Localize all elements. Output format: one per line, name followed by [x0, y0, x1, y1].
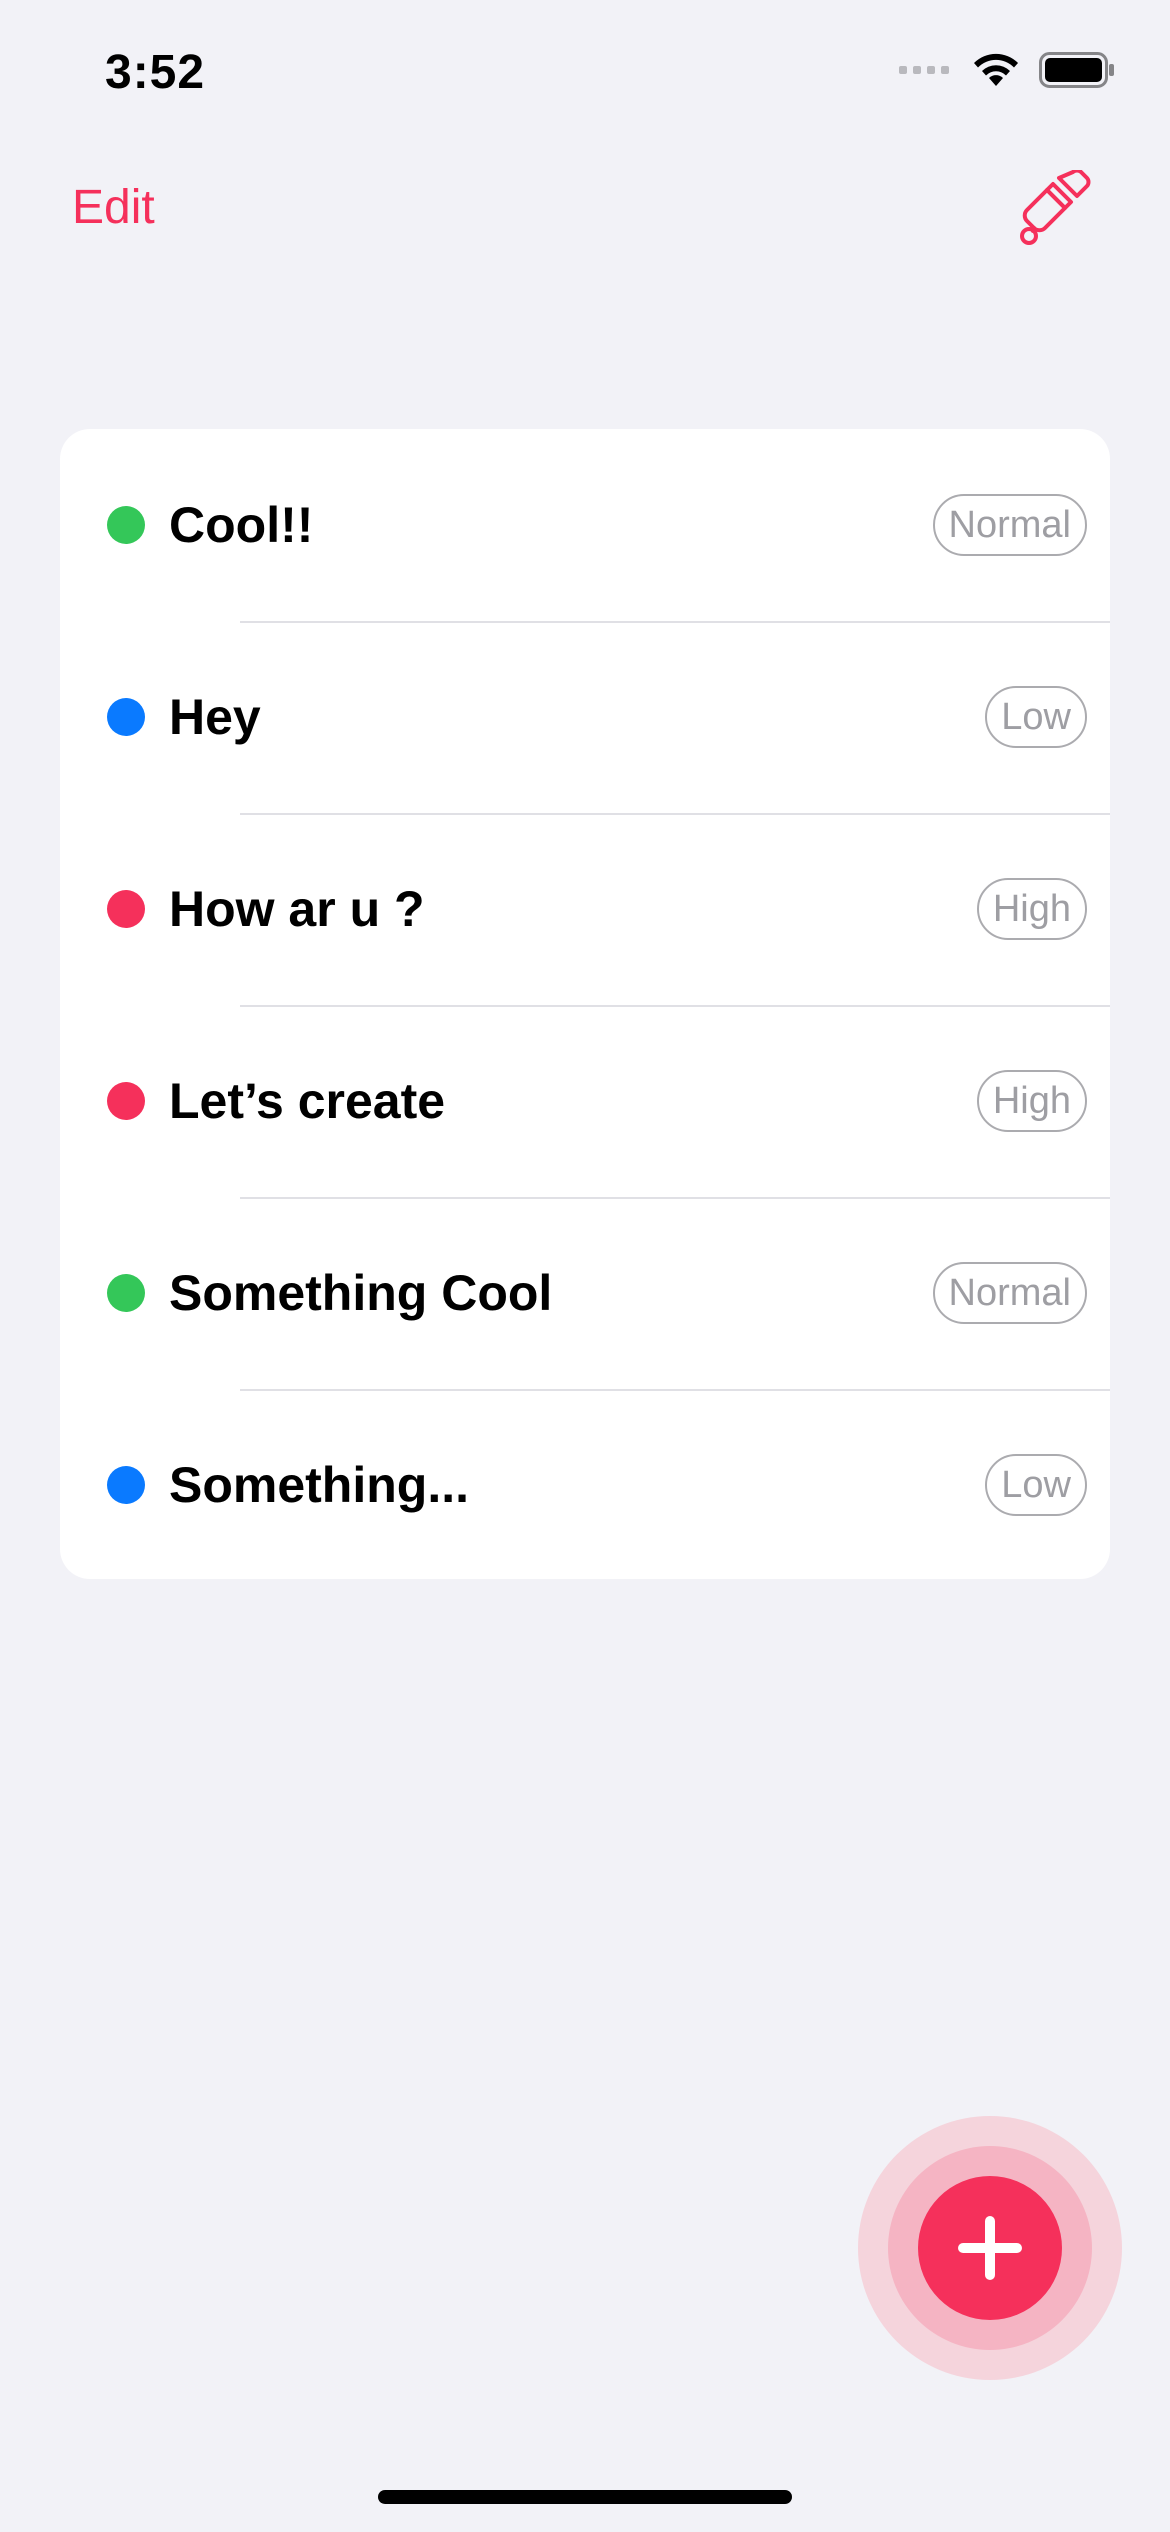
task-title: Cool!!	[169, 497, 314, 553]
task-title: How ar u ?	[169, 881, 425, 937]
priority-badge: High	[976, 878, 1087, 940]
paintbrush-icon	[1020, 168, 1091, 245]
priority-badge: Low	[985, 686, 1087, 748]
status-time: 3:52	[105, 46, 206, 99]
add-task-button[interactable]	[918, 2176, 1062, 2320]
nav-bar: Edit	[0, 160, 1170, 260]
priority-badge: High	[976, 1070, 1087, 1132]
wifi-icon	[974, 53, 1018, 86]
task-row[interactable]: Cool!! Normal	[60, 429, 1110, 621]
battery-icon	[1039, 52, 1114, 88]
task-title: Hey	[169, 689, 261, 745]
priority-dot	[107, 506, 145, 544]
cellular-signal-icon	[899, 66, 949, 74]
priority-dot	[107, 1082, 145, 1120]
priority-badge: Low	[985, 1454, 1087, 1516]
task-list: Cool!! Normal Hey Low How ar u ? High Let’s cr…	[60, 429, 1110, 1579]
home-indicator	[378, 2490, 792, 2504]
task-title: Something Cool	[169, 1265, 553, 1321]
priority-dot	[107, 698, 145, 736]
priority-dot	[107, 1466, 145, 1504]
theme-button[interactable]	[1015, 168, 1095, 250]
plus-icon	[958, 2216, 1022, 2280]
task-row[interactable]: Hey Low	[60, 621, 1110, 813]
task-row[interactable]: Let’s create High	[60, 1005, 1110, 1197]
priority-dot	[107, 890, 145, 928]
task-title: Let’s create	[169, 1073, 446, 1129]
edit-button[interactable]: Edit	[72, 180, 155, 235]
status-icons	[899, 52, 1115, 88]
task-title: Something...	[169, 1457, 469, 1513]
task-row[interactable]: Something Cool Normal	[60, 1197, 1110, 1389]
task-row[interactable]: How ar u ? High	[60, 813, 1110, 1005]
task-row[interactable]: Something... Low	[60, 1389, 1110, 1579]
priority-badge: Normal	[932, 494, 1087, 556]
priority-badge: Normal	[932, 1262, 1087, 1324]
priority-dot	[107, 1274, 145, 1312]
status-bar: 3:52	[0, 0, 1170, 140]
